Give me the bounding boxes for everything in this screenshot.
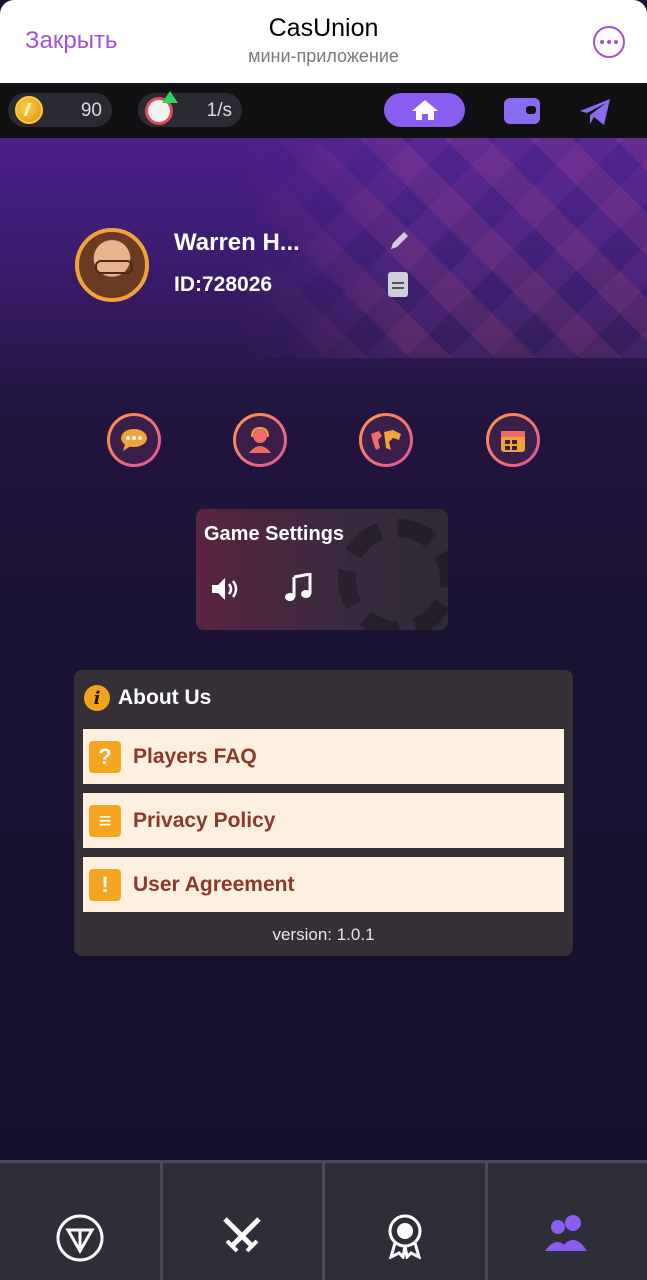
music-note-icon[interactable] [284,573,312,603]
coins-balance[interactable]: 90 [8,93,112,127]
telegram-send-icon[interactable] [578,97,612,127]
privacy-policy-button[interactable]: ≡ Privacy Policy [83,793,564,848]
document-icon[interactable] [388,272,408,297]
players-faq-label: Players FAQ [133,744,257,768]
support-agent-icon [249,426,271,453]
user-id: ID:728026 [174,273,273,296]
avatar[interactable] [75,228,149,302]
gear-icon [338,519,448,630]
speaker-icon[interactable] [210,575,242,603]
chat-button[interactable] [107,413,161,467]
income-rate[interactable]: 1/s [138,91,242,127]
clock-boost-icon [145,91,178,125]
award-icon [388,1214,422,1259]
support-button[interactable] [233,413,287,467]
pencil-icon[interactable] [388,230,410,252]
game-settings-card: Game Settings [196,509,448,630]
calendar-icon [501,431,525,452]
tab-friends[interactable] [488,1163,647,1280]
tab-battle[interactable] [163,1163,325,1280]
privacy-doc-icon: ≡ [89,804,121,837]
profile-screen: Warren H... ID:728026 Game Settings i Ab… [0,138,647,1160]
language-button[interactable] [359,413,413,467]
coins-value: 90 [80,100,102,121]
tab-ton[interactable] [0,1163,163,1280]
app-subtitle: мини-приложение [248,46,399,66]
user-agreement-label: User Agreement [133,872,295,896]
version-label: version: 1.0.1 [272,925,375,944]
home-icon [411,100,438,120]
username: Warren H... [174,229,300,256]
tab-rewards[interactable] [325,1163,488,1280]
user-agreement-button[interactable]: ! User Agreement [83,857,564,912]
wallet-icon[interactable] [504,98,540,124]
chat-bubble-icon [121,429,147,451]
about-us-card: i About Us ? Players FAQ ≡ Privacy Polic… [74,670,573,956]
friends-icon [545,1215,588,1251]
world-map-icon [371,430,401,450]
home-button[interactable] [384,93,465,127]
coin-icon [15,96,43,124]
players-faq-button[interactable]: ? Players FAQ [83,729,564,784]
question-icon: ? [89,740,121,773]
about-us-title: About Us [118,686,212,709]
info-icon: i [84,685,110,711]
ton-icon [56,1214,104,1262]
game-settings-title: Game Settings [204,523,345,545]
bottom-navigation [0,1160,647,1280]
more-options-icon[interactable] [593,26,625,58]
rate-value: 1/s [206,100,232,121]
telegram-header: Закрыть CasUnion мини-приложение [0,0,647,83]
app-title: CasUnion [268,14,379,42]
crossed-swords-icon [223,1217,262,1253]
daily-checkin-button[interactable] [486,413,540,467]
top-bar: 90 1/s [0,83,647,138]
decorative-pattern [240,138,647,358]
privacy-policy-label: Privacy Policy [133,808,276,832]
about-us-header: i About Us [84,684,211,712]
exclamation-icon: ! [89,868,121,901]
